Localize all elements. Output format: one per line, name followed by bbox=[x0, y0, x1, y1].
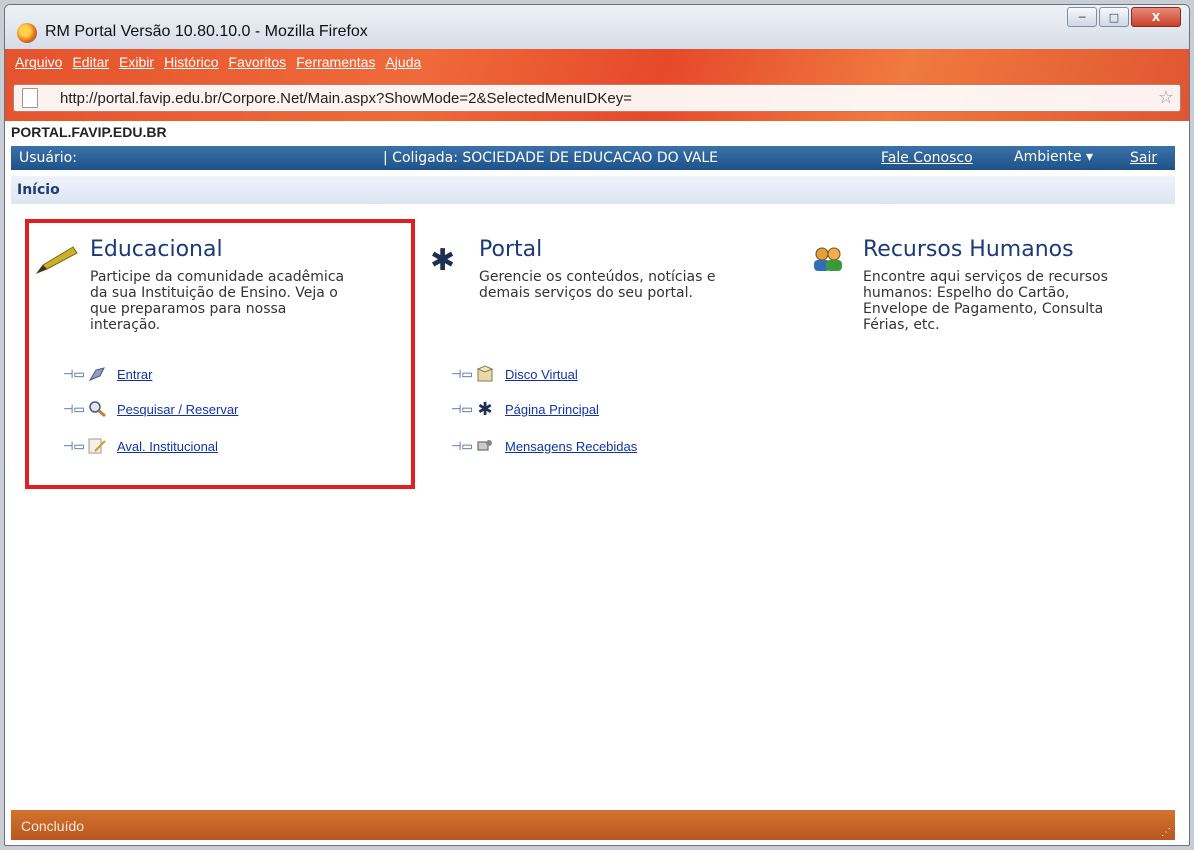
maximize-button[interactable]: □ bbox=[1099, 7, 1129, 27]
portal-desc: Gerencie os conteúdos, notícias e demais… bbox=[479, 269, 716, 301]
bookmark-star-icon[interactable]: ☆ bbox=[1158, 87, 1174, 108]
pin-icon: ⊣▭ bbox=[451, 367, 473, 381]
pin-icon: ⊣▭ bbox=[451, 439, 473, 453]
box-icon bbox=[475, 365, 495, 383]
menu-ajuda[interactable]: Ajuda bbox=[385, 54, 421, 70]
disco-virtual-link[interactable]: Disco Virtual bbox=[505, 367, 578, 382]
firefox-icon bbox=[17, 23, 37, 43]
educacional-desc: Participe da comunidade acadêmica da sua… bbox=[90, 269, 345, 333]
pencil-icon bbox=[35, 245, 79, 279]
menu-exibir[interactable]: Exibir bbox=[119, 54, 154, 70]
browser-window: RM Portal Versão 10.80.10.0 - Mozilla Fi… bbox=[4, 4, 1190, 846]
rh-title: Recursos Humanos bbox=[863, 237, 1074, 262]
page-icon bbox=[22, 88, 38, 108]
link-row-entrar[interactable]: ⊣▭ Entrar bbox=[63, 365, 152, 383]
link-row-mensagens[interactable]: ⊣▭ Mensagens Recebidas bbox=[451, 437, 637, 455]
resize-grip-icon[interactable]: ⋰ bbox=[1161, 827, 1171, 838]
magnifier-icon bbox=[87, 400, 107, 418]
people-icon bbox=[811, 245, 845, 277]
menu-bar: Arquivo Editar Exibir Histórico Favorito… bbox=[15, 54, 421, 70]
breadcrumb: Início bbox=[11, 176, 1175, 204]
asterisk-icon: ✱ bbox=[477, 398, 493, 420]
link-row-aval[interactable]: ⊣▭ Aval. Institucional bbox=[63, 437, 218, 455]
link-row-pagina[interactable]: ⊣▭ ✱ Página Principal bbox=[451, 398, 599, 420]
educacional-title: Educacional bbox=[90, 237, 223, 262]
logout-link[interactable]: Sair bbox=[1130, 150, 1157, 166]
pin-icon: ⊣▭ bbox=[63, 439, 85, 453]
menu-arquivo[interactable]: Arquivo bbox=[15, 54, 62, 70]
site-name: PORTAL.FAVIP.EDU.BR bbox=[11, 124, 167, 140]
pin-icon: ⊣▭ bbox=[451, 402, 473, 416]
menu-favoritos[interactable]: Favoritos bbox=[229, 54, 287, 70]
minimize-button[interactable]: ─ bbox=[1067, 7, 1097, 27]
menu-ferramentas[interactable]: Ferramentas bbox=[296, 54, 375, 70]
breadcrumb-home[interactable]: Início bbox=[17, 182, 60, 198]
menu-historico[interactable]: Histórico bbox=[164, 54, 218, 70]
portal-title: Portal bbox=[479, 237, 543, 262]
url-text[interactable]: http://portal.favip.edu.br/Corpore.Net/M… bbox=[60, 90, 632, 107]
browser-toolbar: Arquivo Editar Exibir Histórico Favorito… bbox=[5, 49, 1189, 121]
contact-link[interactable]: Fale Conosco bbox=[881, 150, 973, 166]
coligada-label: | Coligada: SOCIEDADE DE EDUCACAO DO VAL… bbox=[383, 150, 719, 166]
status-bar: Concluído ⋰ bbox=[11, 810, 1175, 840]
window-title: RM Portal Versão 10.80.10.0 - Mozilla Fi… bbox=[45, 23, 368, 40]
pesquisar-reservar-link[interactable]: Pesquisar / Reservar bbox=[117, 402, 238, 417]
mensagens-recebidas-link[interactable]: Mensagens Recebidas bbox=[505, 439, 637, 454]
pin-icon: ⊣▭ bbox=[63, 402, 85, 416]
pin-icon: ⊣▭ bbox=[63, 367, 85, 381]
user-bar: Usuário: | Coligada: SOCIEDADE DE EDUCAC… bbox=[11, 146, 1175, 170]
link-row-pesquisar[interactable]: ⊣▭ Pesquisar / Reservar bbox=[63, 400, 238, 418]
menu-editar[interactable]: Editar bbox=[72, 54, 109, 70]
status-text: Concluído bbox=[21, 818, 85, 834]
entrar-link[interactable]: Entrar bbox=[117, 367, 152, 382]
close-button[interactable]: X bbox=[1131, 7, 1181, 27]
user-label: Usuário: bbox=[19, 150, 77, 166]
message-icon bbox=[475, 437, 495, 455]
aval-institucional-link[interactable]: Aval. Institucional bbox=[117, 439, 218, 454]
link-row-disco[interactable]: ⊣▭ Disco Virtual bbox=[451, 365, 578, 383]
rh-desc: Encontre aqui serviços de recursos human… bbox=[863, 269, 1108, 333]
environment-menu[interactable]: Ambiente ▾ bbox=[1014, 149, 1093, 165]
portal-asterisk-icon: ✱ bbox=[430, 243, 456, 278]
title-bar: RM Portal Versão 10.80.10.0 - Mozilla Fi… bbox=[5, 5, 1189, 49]
address-bar[interactable]: http://portal.favip.edu.br/Corpore.Net/M… bbox=[13, 84, 1181, 112]
key-icon bbox=[87, 365, 107, 383]
pagina-principal-link[interactable]: Página Principal bbox=[505, 402, 599, 417]
document-edit-icon bbox=[87, 437, 107, 455]
